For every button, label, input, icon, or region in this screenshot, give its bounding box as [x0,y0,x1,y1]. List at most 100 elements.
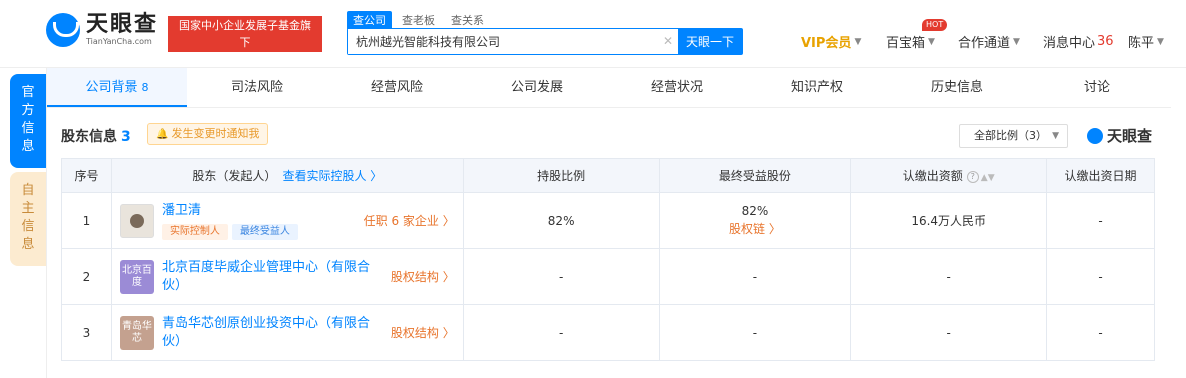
col-header-final: 最终受益股份 [658,158,852,193]
cooperation-menu[interactable]: 合作通道 ▼ [958,32,1020,51]
table-header-row: 序号 股东（发起人） 查看实际控股人 〉 持股比例 最终受益股份 认缴出资额? ▲▼… [61,158,1155,193]
cell-final: - [658,248,852,305]
avatar[interactable]: 青岛华芯 [119,315,154,350]
tab-operation-risk[interactable]: 经营风险 [327,68,467,107]
bell-icon: 🔔 [156,129,169,140]
side-tab-char: 信 [21,121,35,136]
cell-capital: 16.4万人民币 [850,192,1048,249]
tab-label: 公司发展 [510,80,563,95]
search-tab-relation[interactable]: 查关系 [445,11,490,29]
tab-count: 8 [141,81,149,94]
cell-date: - [1046,304,1155,361]
search-tab-boss[interactable]: 查老板 [396,11,441,29]
side-tab-char: 自 [21,183,35,198]
tab-company-development[interactable]: 公司发展 [467,68,607,107]
tab-label: 讨论 [1083,80,1110,95]
cell-ratio: 82% [462,192,660,249]
side-tab-char: 息 [21,237,35,252]
col-header-no: 序号 [61,158,112,193]
tab-discussion[interactable]: 讨论 [1027,68,1167,107]
cell-holder: 潘卫清 实际控制人 最终受益人 任职 6 家企业 〉 [110,192,464,249]
chevron-down-icon: ▼ [854,36,862,47]
chevron-down-icon: ▼ [928,36,935,47]
cell-final: 82% 股权链 〉 [658,192,852,249]
main-content: 公司背景 8 司法风险 经营风险 公司发展 经营状况 知识产权 历史信息 讨论 股… [46,68,1171,378]
positions-link[interactable]: 任职 6 家企业 〉 [364,212,455,229]
avatar[interactable]: 北京百度 [119,259,154,294]
cell-date: - [1046,248,1155,305]
official-banner: 国家中小企业发展子基金旗下 官方备案企业征信机构 [168,16,322,66]
tab-operation-status[interactable]: 经营状况 [607,68,747,107]
view-controller-link[interactable]: 查看实际控股人 〉 [282,169,382,183]
table-row: 3 青岛华芯 青岛华芯创原创业投资中心（有限合伙） 股权结构 〉 - - - - [61,304,1155,361]
cell-no: 1 [61,192,112,249]
holder-name[interactable]: 北京百度毕威企业管理中心（有限合伙） [162,259,383,295]
logo-icon [1087,127,1103,144]
col-header-holder: 股东（发起人） 查看实际控股人 〉 [110,158,464,193]
logo[interactable]: 天眼查 TianYanCha.com [46,13,158,47]
vip-label: VIP会员 [801,36,852,51]
treasure-label: 百宝箱 [886,36,926,51]
cell-final: - [658,304,852,361]
tab-label: 司法风险 [230,80,283,95]
message-count: 36 [1097,34,1114,49]
tab-company-background[interactable]: 公司背景 8 [47,68,187,107]
side-tab-char: 息 [21,139,35,154]
tab-label: 经营风险 [370,80,423,95]
clear-icon[interactable]: ✕ [658,29,678,54]
treasure-menu[interactable]: 百宝箱 ▼ [886,32,935,51]
avatar[interactable] [119,203,154,238]
side-tab-char: 主 [21,201,35,216]
hot-badge: HOT [922,19,948,31]
tab-label: 公司背景 [85,80,138,95]
side-tab-self[interactable]: 自 主 信 息 [10,172,46,266]
side-tab-char: 方 [21,103,35,118]
brand-text: 天眼查 [1107,127,1153,145]
chevron-down-icon: ▼ [1157,36,1164,47]
side-tab-char: 信 [21,219,35,234]
side-tab-official[interactable]: 官 方 信 息 [10,74,46,168]
side-tab-char: 官 [21,85,35,100]
banner-line-2: 官方备案企业征信机构 [190,53,300,66]
col-header-capital-label: 认缴出资额 [902,169,963,183]
sort-icon[interactable]: ▲▼ [981,173,995,183]
cell-capital: - [850,304,1048,361]
col-header-holder-label: 股东（发起人） [192,169,277,183]
section-title-text: 股东信息 [61,129,117,145]
tab-label: 知识产权 [790,80,843,95]
cell-holder: 北京百度 北京百度毕威企业管理中心（有限合伙） 股权结构 〉 [110,248,464,305]
equity-structure-link[interactable]: 股权结构 〉 [391,268,455,285]
vip-menu[interactable]: VIP会员 ▼ [801,32,861,51]
equity-chain-link[interactable]: 股权链 〉 [660,220,851,237]
search-tab-company[interactable]: 查公司 [347,11,392,29]
help-icon[interactable]: ? [966,170,979,183]
search-input[interactable] [348,29,658,54]
equity-structure-link[interactable]: 股权结构 〉 [391,324,455,341]
cell-no: 2 [61,248,112,305]
col-header-ratio: 持股比例 [462,158,660,193]
logo-subtitle: TianYanCha.com [86,37,152,46]
category-tabs: 公司背景 8 司法风险 经营风险 公司发展 经营状况 知识产权 历史信息 讨论 [47,68,1171,108]
ratio-filter-select[interactable]: 全部比例（3） ▼ [959,124,1068,148]
cell-no: 3 [61,304,112,361]
search-button[interactable]: 天眼一下 [678,29,742,54]
tab-intellectual-property[interactable]: 知识产权 [747,68,887,107]
banner-line-1: 国家中小企业发展子基金旗下 [179,19,311,49]
message-center[interactable]: 消息中心 36 [1043,32,1114,51]
brand-watermark: 天眼查 [1087,125,1152,146]
tab-label: 经营状况 [650,80,703,95]
tag-actual-controller: 实际控制人 [161,223,228,240]
holder-name[interactable]: 青岛华芯创原创业投资中心（有限合伙） [162,315,383,351]
cell-holder: 青岛华芯 青岛华芯创原创业投资中心（有限合伙） 股权结构 〉 [110,304,464,361]
notify-button[interactable]: 🔔 发生变更时通知我 [147,123,269,145]
tag-final-beneficiary: 最终受益人 [231,223,298,240]
shareholder-table: 序号 股东（发起人） 查看实际控股人 〉 持股比例 最终受益股份 认缴出资额? ▲▼… [61,158,1155,361]
tab-history[interactable]: 历史信息 [887,68,1027,107]
user-menu[interactable]: 陈平 ▼ [1128,32,1164,51]
top-header: 天眼查 TianYanCha.com 国家中小企业发展子基金旗下 官方备案企业征… [0,0,1186,68]
cell-date: - [1046,192,1155,249]
cooperation-label: 合作通道 [958,36,1011,51]
notify-label: 发生变更时通知我 [171,127,260,140]
holder-name[interactable]: 潘卫清 [162,202,356,220]
tab-judicial-risk[interactable]: 司法风险 [187,68,327,107]
